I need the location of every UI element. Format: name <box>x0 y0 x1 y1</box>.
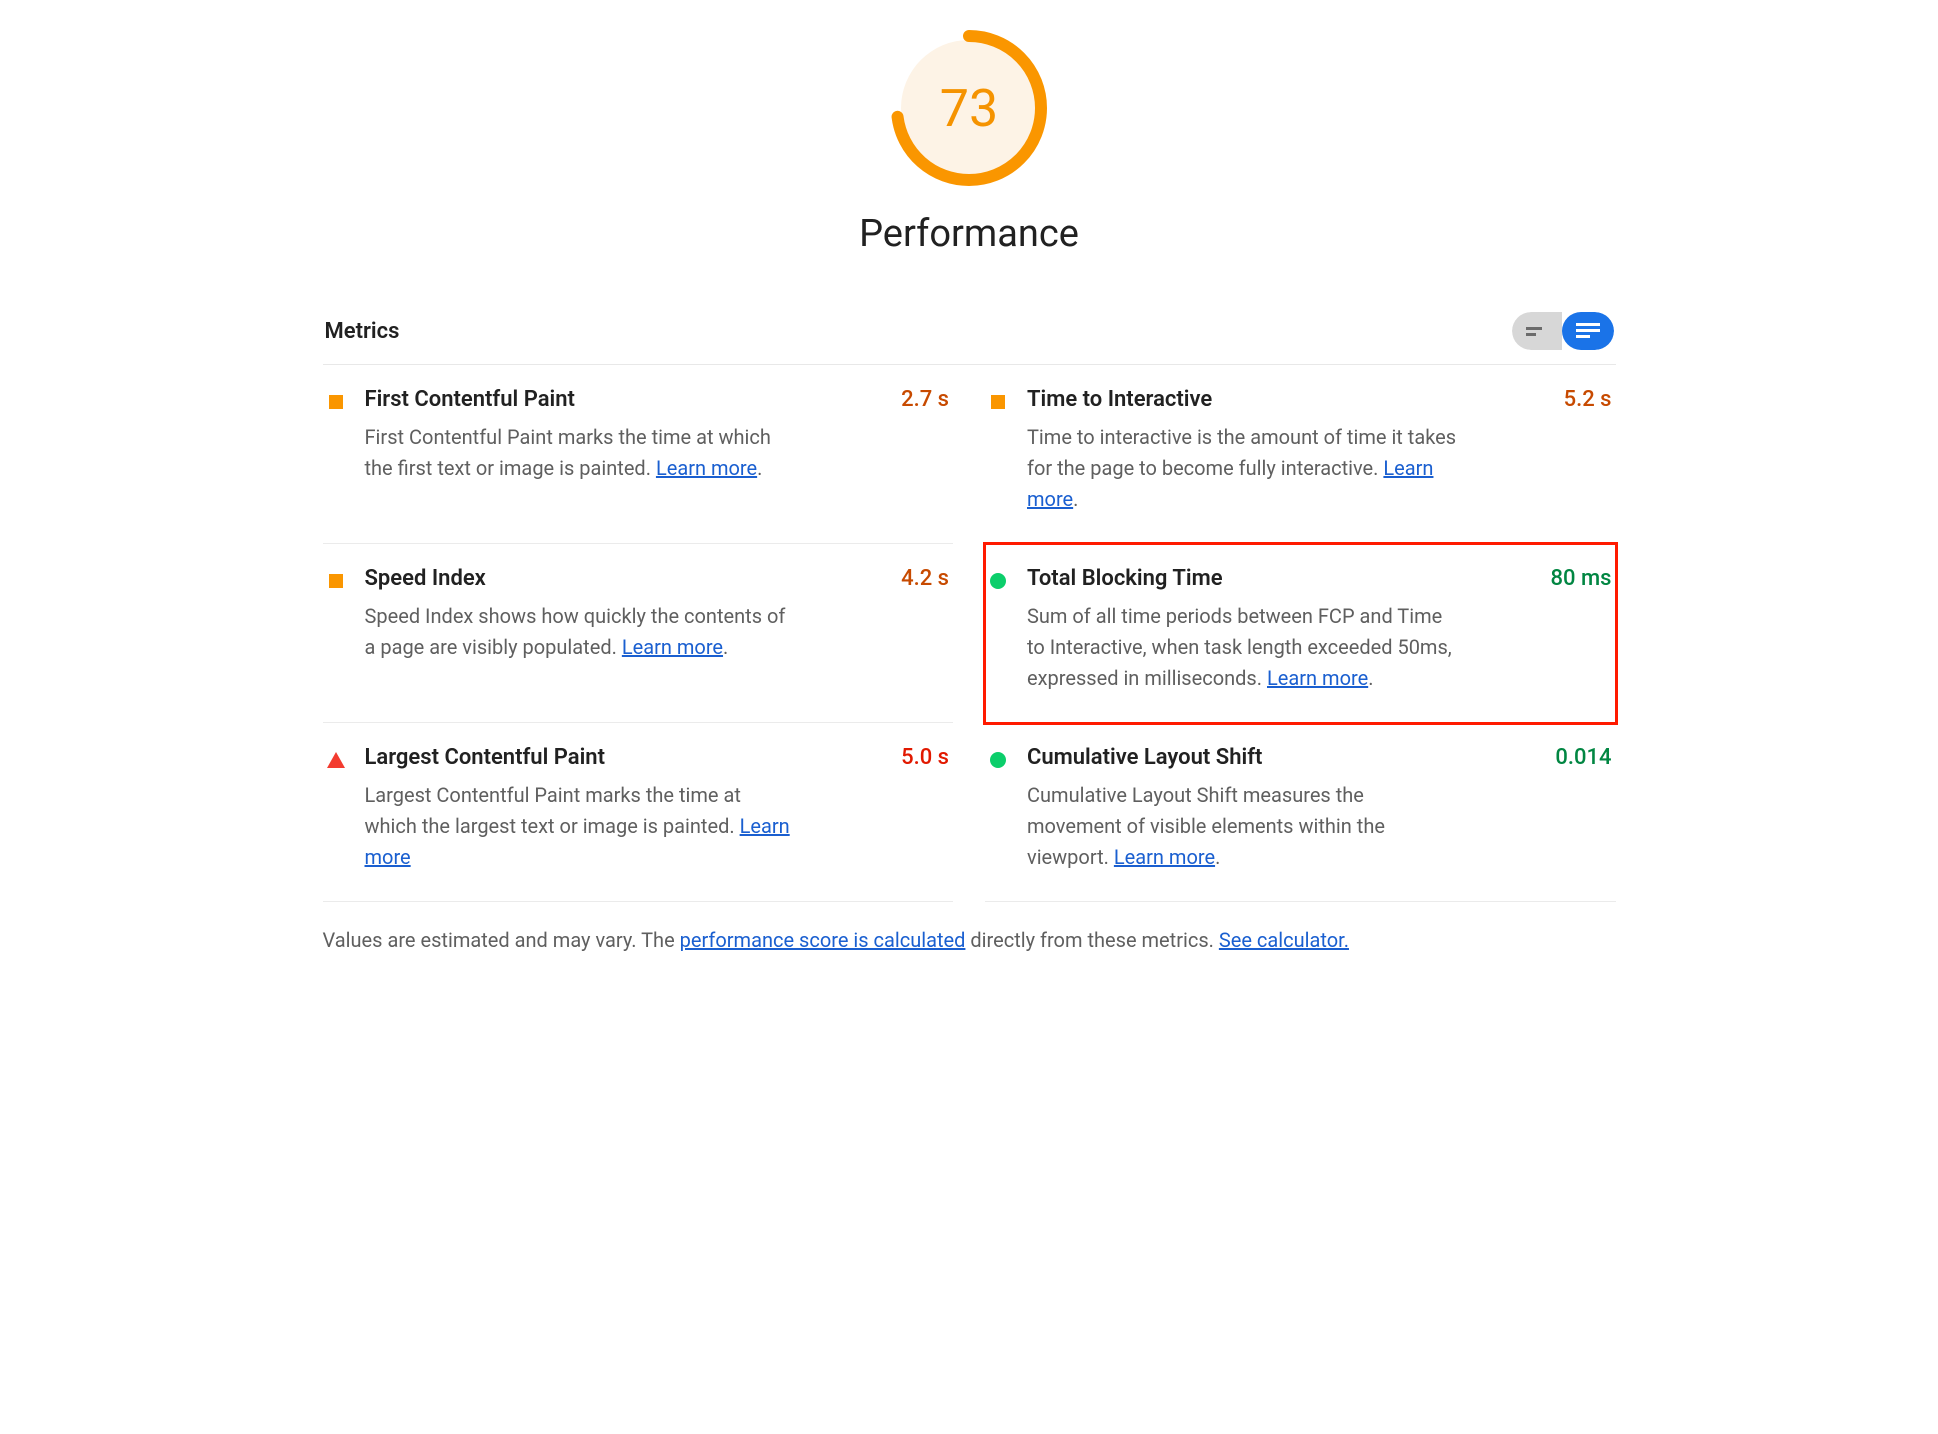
metric-description: Cumulative Layout Shift measures the mov… <box>1027 780 1457 873</box>
metric-lcp: Largest Contentful Paint5.0 sLargest Con… <box>323 723 954 902</box>
status-average-icon <box>991 395 1005 409</box>
metric-fcp: First Contentful Paint2.7 sFirst Content… <box>323 365 954 544</box>
metric-head: Total Blocking Time 80 ms <box>1027 566 1612 591</box>
footnote-link-calculator[interactable]: See calculator. <box>1219 928 1349 952</box>
metric-tbt: Total Blocking Time 80 ms Sum of all time … <box>985 544 1616 723</box>
view-expand-button[interactable] <box>1562 312 1614 350</box>
status-good-icon <box>990 573 1006 589</box>
metric-status-icon <box>327 393 345 411</box>
metric-desc-post: . <box>1073 487 1078 511</box>
learn-more-link[interactable]: Learn more <box>1114 845 1215 869</box>
metric-value: 80 ms <box>1551 566 1612 591</box>
learn-more-link[interactable]: Learn more <box>1267 666 1368 690</box>
gauge-section: 73 Performance <box>323 28 1616 256</box>
gauge-title: Performance <box>859 212 1079 256</box>
metrics-title: Metrics <box>325 319 400 344</box>
view-toggle <box>1512 312 1614 350</box>
footnote-pre: Values are estimated and may vary. The <box>323 928 680 952</box>
metric-name: Cumulative Layout Shift <box>1027 745 1262 770</box>
performance-gauge: 73 <box>889 28 1049 188</box>
metric-desc-post: . <box>1368 666 1373 690</box>
view-collapse-button[interactable] <box>1512 312 1562 350</box>
metric-head: Time to Interactive 5.2 s <box>1027 387 1612 412</box>
metric-head: Cumulative Layout Shift 0.014 <box>1027 745 1612 770</box>
collapse-icon <box>1526 324 1548 338</box>
expand-icon <box>1576 323 1600 339</box>
metric-status-icon <box>989 393 1007 411</box>
metric-value: 5.0 s <box>901 745 949 770</box>
metric-head: Largest Contentful Paint 5.0 s <box>365 745 950 770</box>
footnote: Values are estimated and may vary. The p… <box>323 928 1616 952</box>
metric-cls: Cumulative Layout Shift0.014Cumulative L… <box>985 723 1616 902</box>
metric-status-icon <box>327 751 345 769</box>
status-average-icon <box>329 574 343 588</box>
metric-name: Time to Interactive <box>1027 387 1212 412</box>
metric-value: 5.2 s <box>1564 387 1612 412</box>
metric-description: Speed Index shows how quickly the conten… <box>365 601 795 663</box>
metric-value: 2.7 s <box>901 387 949 412</box>
metric-name: Total Blocking Time <box>1027 566 1223 591</box>
metric-desc-post: . <box>1215 845 1220 869</box>
metric-desc-post: . <box>757 456 762 480</box>
metric-desc-pre: Largest Contentful Paint marks the time … <box>365 783 741 838</box>
metric-value: 0.014 <box>1555 745 1611 770</box>
gauge-score: 73 <box>889 28 1049 188</box>
footnote-mid: directly from these metrics. <box>965 928 1218 952</box>
metric-si: Speed Index 4.2 s Speed Index shows how qu… <box>323 544 954 723</box>
footnote-link-calculated[interactable]: performance score is calculated <box>680 928 966 952</box>
metric-head: First Contentful Paint 2.7 s <box>365 387 950 412</box>
metric-desc-post: . <box>723 635 728 659</box>
status-good-icon <box>990 752 1006 768</box>
metric-name: Largest Contentful Paint <box>365 745 605 770</box>
metric-status-icon <box>989 751 1007 769</box>
metric-description: Sum of all time periods between FCP and … <box>1027 601 1457 694</box>
performance-report: 73 Performance Metrics First Contentful … <box>323 0 1616 992</box>
learn-more-link[interactable]: Learn more <box>656 456 757 480</box>
metric-tti: Time to Interactive 5.2 s Time to interact… <box>985 365 1616 544</box>
metric-status-icon <box>327 572 345 590</box>
metric-head: Speed Index 4.2 s <box>365 566 950 591</box>
learn-more-link[interactable]: Learn more <box>622 635 723 659</box>
metric-description: Time to interactive is the amount of tim… <box>1027 422 1457 515</box>
metric-value: 4.2 s <box>901 566 949 591</box>
metrics-grid: First Contentful Paint2.7 sFirst Content… <box>323 365 1616 902</box>
metric-status-icon <box>989 572 1007 590</box>
metric-description: First Contentful Paint marks the time at… <box>365 422 795 484</box>
metric-description: Largest Contentful Paint marks the time … <box>365 780 795 873</box>
metric-desc-pre: Sum of all time periods between FCP and … <box>1027 604 1452 690</box>
status-average-icon <box>329 395 343 409</box>
metric-name: First Contentful Paint <box>365 387 575 412</box>
status-bad-icon <box>327 752 345 768</box>
metrics-header: Metrics <box>323 312 1616 365</box>
metric-name: Speed Index <box>365 566 486 591</box>
